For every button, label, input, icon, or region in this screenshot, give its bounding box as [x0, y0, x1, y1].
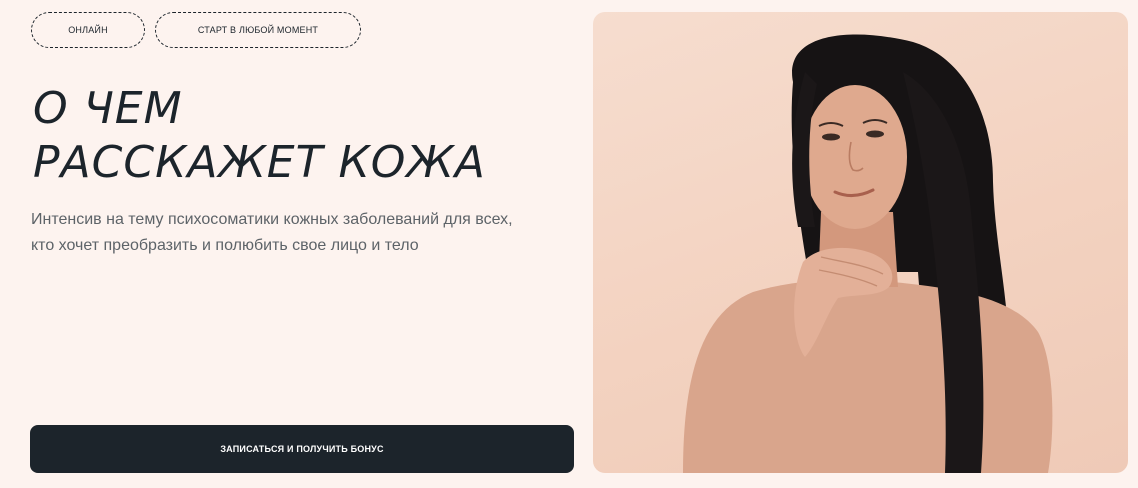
title-line-2: РАССКАЖЕТ КОЖА: [33, 137, 486, 188]
page-title: О ЧЕМ РАССКАЖЕТ КОЖА: [33, 82, 486, 190]
woman-portrait-illustration: [683, 34, 1053, 473]
signup-bonus-button[interactable]: ЗАПИСАТЬСЯ И ПОЛУЧИТЬ БОНУС: [30, 425, 574, 473]
subtitle-line-1: Интенсив на тему психосоматики кожных за…: [31, 211, 513, 228]
hero-subtitle: Интенсив на тему психосоматики кожных за…: [31, 207, 551, 259]
hero-photo: [593, 12, 1128, 473]
title-line-1: О ЧЕМ: [33, 83, 183, 134]
tag-start-anytime[interactable]: СТАРТ В ЛЮБОЙ МОМЕНТ: [155, 12, 361, 48]
tag-online[interactable]: ОНЛАЙН: [31, 12, 145, 48]
subtitle-line-2: кто хочет преобразить и полюбить свое ли…: [31, 237, 419, 254]
tag-list: ОНЛАЙН СТАРТ В ЛЮБОЙ МОМЕНТ: [31, 12, 361, 48]
